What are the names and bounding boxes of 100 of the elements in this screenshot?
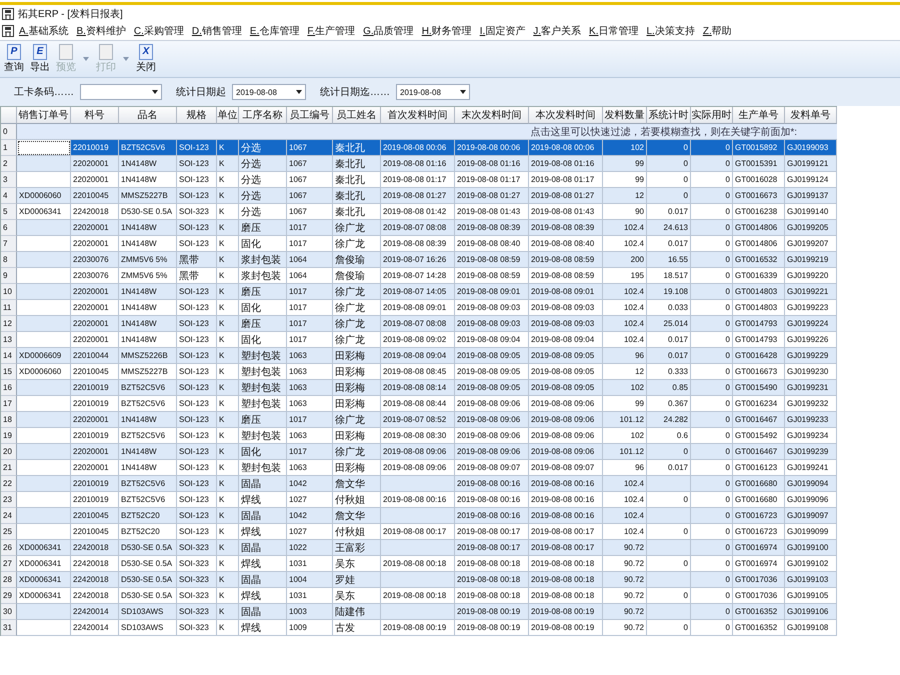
table-cell: K bbox=[217, 428, 239, 444]
table-cell: 徐广龙 bbox=[333, 332, 381, 348]
menu-item[interactable]: I.固定资产 bbox=[476, 24, 528, 38]
column-header[interactable]: 首次发料时间 bbox=[381, 107, 455, 124]
filter-row-hint[interactable]: 点击这里可以快速过滤，若要模糊查找，则在关键字前面加*: bbox=[17, 124, 837, 140]
table-cell: 1067 bbox=[287, 172, 333, 188]
table-cell: 22420014 bbox=[71, 604, 119, 620]
table-cell: 22020001 bbox=[71, 300, 119, 316]
table-cell: SOI-123 bbox=[177, 428, 217, 444]
table-cell: 固化 bbox=[239, 236, 287, 252]
table-cell: GJ0199205 bbox=[785, 220, 837, 236]
table-cell: GJ0199106 bbox=[785, 604, 837, 620]
column-header[interactable]: 系统计时 bbox=[647, 107, 691, 124]
menu-item[interactable]: K.日常管理 bbox=[586, 24, 642, 38]
table-cell: GJ0199224 bbox=[785, 316, 837, 332]
table-cell: 1027 bbox=[287, 492, 333, 508]
menu-item[interactable]: J.客户关系 bbox=[530, 24, 584, 38]
table-cell: 固化 bbox=[239, 300, 287, 316]
table-cell: 90.72 bbox=[603, 540, 647, 556]
table-cell: GT0016974 bbox=[733, 556, 785, 572]
column-header[interactable]: 发料数量 bbox=[603, 107, 647, 124]
table-cell: 2019-08-08 08:59 bbox=[529, 268, 603, 284]
table-cell: 2019-08-08 00:16 bbox=[529, 476, 603, 492]
toolbar-button[interactable]: X 关闭 bbox=[134, 43, 158, 75]
row-number: 3 bbox=[1, 172, 17, 188]
toolbar-button[interactable]: E 导出 bbox=[28, 43, 52, 75]
column-header[interactable]: 实际用时 bbox=[691, 107, 733, 124]
table-cell: 2019-08-08 08:59 bbox=[529, 252, 603, 268]
table-cell: 1017 bbox=[287, 236, 333, 252]
table-cell: GJ0199103 bbox=[785, 572, 837, 588]
table-cell: 1027 bbox=[287, 524, 333, 540]
table-cell: 2019-08-08 00:18 bbox=[381, 588, 455, 604]
table-cell: GJ0199108 bbox=[785, 620, 837, 636]
dropdown-arrow-icon[interactable] bbox=[296, 90, 302, 94]
dropdown-arrow-icon[interactable] bbox=[460, 90, 466, 94]
table-cell: 2019-08-08 09:03 bbox=[455, 300, 529, 316]
row-number: 25 bbox=[1, 524, 17, 540]
column-header[interactable]: 料号 bbox=[71, 107, 119, 124]
table-cell: 22420018 bbox=[71, 588, 119, 604]
column-header[interactable]: 生产单号 bbox=[733, 107, 785, 124]
date-combo[interactable]: 2019-08-08 bbox=[396, 84, 470, 100]
column-header[interactable]: 本次发料时间 bbox=[529, 107, 603, 124]
table-cell: 2019-08-08 09:05 bbox=[455, 364, 529, 380]
column-header[interactable]: 末次发料时间 bbox=[455, 107, 529, 124]
table-cell: 102.4 bbox=[603, 492, 647, 508]
table-cell: 0 bbox=[691, 268, 733, 284]
table-cell: 2019-08-08 08:45 bbox=[381, 364, 455, 380]
table-cell: 徐广龙 bbox=[333, 412, 381, 428]
toolbar-button[interactable]: P 查询 bbox=[2, 43, 26, 75]
column-header[interactable]: 规格 bbox=[177, 107, 217, 124]
table-cell: 2019-08-08 09:03 bbox=[529, 316, 603, 332]
table-cell: 2019-08-08 00:19 bbox=[455, 604, 529, 620]
row-number: 29 bbox=[1, 588, 17, 604]
column-header[interactable]: 品名 bbox=[119, 107, 177, 124]
column-header[interactable]: 单位 bbox=[217, 107, 239, 124]
column-header[interactable]: 员工编号 bbox=[287, 107, 333, 124]
menu-item[interactable]: G.品质管理 bbox=[360, 24, 417, 38]
table-cell: 1064 bbox=[287, 268, 333, 284]
table-cell: 2019-08-08 00:18 bbox=[529, 572, 603, 588]
menu-item[interactable]: A.基础系统 bbox=[16, 24, 72, 38]
column-header[interactable]: 发料单号 bbox=[785, 107, 837, 124]
table-cell: 1063 bbox=[287, 460, 333, 476]
table-cell: K bbox=[217, 492, 239, 508]
date-combo[interactable]: 2019-08-08 bbox=[232, 84, 306, 100]
table-cell: 102.4 bbox=[603, 524, 647, 540]
table-cell: 2019-08-08 08:59 bbox=[455, 252, 529, 268]
menu-item[interactable]: Z.帮助 bbox=[700, 24, 735, 38]
table-cell: 2019-08-08 09:06 bbox=[529, 412, 603, 428]
table-cell: 2019-08-08 01:42 bbox=[381, 204, 455, 220]
table-cell: 2019-08-08 09:04 bbox=[529, 332, 603, 348]
table-cell: K bbox=[217, 236, 239, 252]
table-cell: 22020001 bbox=[71, 236, 119, 252]
column-header[interactable]: 销售订单号 bbox=[17, 107, 71, 124]
table-cell: 1042 bbox=[287, 508, 333, 524]
table-cell: 22020001 bbox=[71, 412, 119, 428]
table-cell: 浆封包装 bbox=[239, 252, 287, 268]
table-cell: 0 bbox=[691, 604, 733, 620]
table-cell: 2019-08-08 00:16 bbox=[455, 492, 529, 508]
table-cell: 2019-08-08 09:05 bbox=[529, 348, 603, 364]
menu-item[interactable]: E.仓库管理 bbox=[246, 24, 302, 38]
table-cell: MMSZ5227B bbox=[119, 188, 177, 204]
menu-item[interactable]: D.销售管理 bbox=[188, 24, 245, 38]
dropdown-arrow-icon[interactable] bbox=[152, 90, 158, 94]
table-cell: 2019-08-08 08:39 bbox=[381, 236, 455, 252]
table-cell: 2019-08-08 00:16 bbox=[455, 508, 529, 524]
menu-item[interactable]: H.财务管理 bbox=[418, 24, 475, 38]
menu-item[interactable]: F.生产管理 bbox=[304, 24, 358, 38]
table-cell: 黑带 bbox=[177, 268, 217, 284]
menu-item[interactable]: C.采购管理 bbox=[130, 24, 187, 38]
table-cell: GJ0199232 bbox=[785, 396, 837, 412]
table-cell: 1017 bbox=[287, 332, 333, 348]
column-header[interactable]: 工序名称 bbox=[239, 107, 287, 124]
table-cell: 22010019 bbox=[71, 140, 119, 156]
table-cell: 22420018 bbox=[71, 556, 119, 572]
table-cell: SOI-123 bbox=[177, 348, 217, 364]
column-header[interactable]: 员工姓名 bbox=[333, 107, 381, 124]
menu-item[interactable]: B.资料维护 bbox=[73, 24, 129, 38]
table-cell: 2019-08-08 00:16 bbox=[529, 508, 603, 524]
menu-item[interactable]: L.决策支持 bbox=[644, 24, 698, 38]
table-cell: GJ0199223 bbox=[785, 300, 837, 316]
